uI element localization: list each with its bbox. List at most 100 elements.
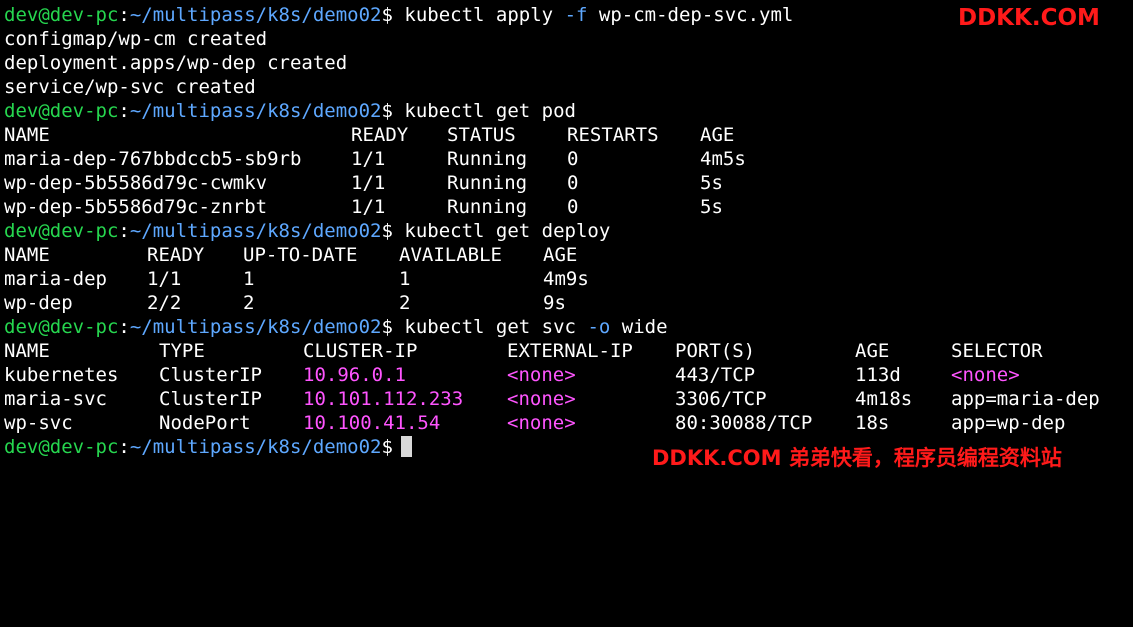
command-text: wp-cm-dep-svc.yml (587, 4, 794, 26)
pod-age: 4m5s (700, 148, 746, 170)
command-text: kubectl apply (392, 4, 565, 26)
pod-restarts: 0 (567, 148, 579, 170)
svc-ports: 80:30088/TCP (675, 412, 813, 434)
prompt-user-host: dev@dev-pc (4, 220, 119, 242)
svc-header-name: NAME (4, 340, 50, 362)
svc-header-type: TYPE (159, 340, 205, 362)
deploy-header-age: AGE (543, 244, 578, 266)
svc-header-cluster-ip: CLUSTER-IP (303, 340, 418, 362)
command-text: kubectl get pod (392, 100, 576, 122)
svc-header-age: AGE (855, 340, 890, 362)
prompt-user-host: dev@dev-pc (4, 100, 119, 122)
pod-header-status: STATUS (447, 124, 516, 146)
prompt-symbol: $ (381, 436, 393, 458)
deploy-header-available: AVAILABLE (399, 244, 502, 266)
svc-external-ip: <none> (507, 364, 576, 386)
deploy-name: wp-dep (4, 292, 73, 314)
deploy-header-up-to-date: UP-TO-DATE (243, 244, 358, 266)
prompt-path: ~/multipass/k8s/demo02 (129, 436, 382, 458)
pod-ready: 1/1 (351, 196, 386, 218)
text-cursor[interactable] (400, 436, 412, 457)
svc-name: kubernetes (4, 364, 119, 386)
pod-header-name: NAME (4, 124, 50, 146)
pod-restarts: 0 (567, 172, 579, 194)
prompt-symbol: $ (381, 316, 393, 338)
pod-ready: 1/1 (351, 148, 386, 170)
prompt-path: ~/multipass/k8s/demo02 (129, 4, 382, 26)
prompt-user-host: dev@dev-pc (4, 4, 119, 26)
svc-external-ip: <none> (507, 388, 576, 410)
svc-table-row: wp-svc NodePort 10.100.41.54 <none> 80:3… (4, 411, 1133, 435)
deploy-name: maria-dep (4, 268, 107, 290)
watermark-top: DDKK.COM (958, 5, 1100, 31)
svc-ports: 3306/TCP (675, 388, 767, 410)
svc-cluster-ip: 10.96.0.1 (303, 364, 406, 386)
svc-age: 18s (855, 412, 890, 434)
pod-table-row: wp-dep-5b5586d79c-znrbt 1/1 Running 0 5s (4, 195, 1133, 219)
deploy-ready: 2/2 (147, 292, 182, 314)
deploy-available: 2 (399, 292, 411, 314)
svc-selector: app=maria-dep (951, 388, 1100, 410)
deploy-header-ready: READY (147, 244, 205, 266)
svc-type: ClusterIP (159, 364, 262, 386)
svc-table-row: maria-svc ClusterIP 10.101.112.233 <none… (4, 387, 1133, 411)
svc-cluster-ip: 10.100.41.54 (303, 412, 441, 434)
command-text: kubectl get deploy (392, 220, 611, 242)
prompt-path: ~/multipass/k8s/demo02 (129, 220, 382, 242)
prompt-path: ~/multipass/k8s/demo02 (129, 316, 382, 338)
pod-table-row: maria-dep-767bbdccb5-sb9rb 1/1 Running 0… (4, 147, 1133, 171)
pod-restarts: 0 (567, 196, 579, 218)
prompt-user-host: dev@dev-pc (4, 316, 119, 338)
terminal-window[interactable]: dev@dev-pc:~/multipass/k8s/demo02$ kubec… (4, 3, 1133, 469)
prompt-separator: : (118, 316, 130, 338)
deploy-age: 4m9s (543, 268, 589, 290)
svc-name: wp-svc (4, 412, 73, 434)
svc-external-ip: <none> (507, 412, 576, 434)
pod-header-ready: READY (351, 124, 409, 146)
output-line: deployment.apps/wp-dep created (4, 52, 348, 74)
svc-age: 113d (855, 364, 901, 386)
deploy-available: 1 (399, 268, 411, 290)
svc-ports: 443/TCP (675, 364, 756, 386)
deploy-ready: 1/1 (147, 268, 182, 290)
prompt-user-host: dev@dev-pc (4, 436, 119, 458)
pod-age: 5s (700, 196, 723, 218)
prompt-separator: : (118, 100, 130, 122)
pod-table-row: wp-dep-5b5586d79c-cwmkv 1/1 Running 0 5s (4, 171, 1133, 195)
pod-name: wp-dep-5b5586d79c-cwmkv (4, 172, 268, 194)
prompt-separator: : (118, 4, 130, 26)
pod-name: maria-dep-767bbdccb5-sb9rb (4, 148, 302, 170)
command-line-get-pod: dev@dev-pc:~/multipass/k8s/demo02$ kubec… (4, 99, 1133, 123)
prompt-path: ~/multipass/k8s/demo02 (129, 100, 382, 122)
command-line-get-svc: dev@dev-pc:~/multipass/k8s/demo02$ kubec… (4, 315, 1133, 339)
deploy-table-header: NAME READY UP-TO-DATE AVAILABLE AGE (4, 243, 1133, 267)
deploy-header-name: NAME (4, 244, 50, 266)
deploy-table-row: wp-dep 2/2 2 2 9s (4, 291, 1133, 315)
command-text: kubectl get svc (392, 316, 588, 338)
deploy-up-to-date: 2 (243, 292, 255, 314)
pod-age: 5s (700, 172, 723, 194)
command-flag: -f (564, 4, 588, 26)
svc-selector: app=wp-dep (951, 412, 1066, 434)
svc-header-external-ip: EXTERNAL-IP (507, 340, 633, 362)
svc-name: maria-svc (4, 388, 107, 410)
deploy-up-to-date: 1 (243, 268, 255, 290)
prompt-symbol: $ (381, 100, 393, 122)
pod-name: wp-dep-5b5586d79c-znrbt (4, 196, 268, 218)
prompt-separator: : (118, 220, 130, 242)
svc-header-selector: SELECTOR (951, 340, 1043, 362)
pod-ready: 1/1 (351, 172, 386, 194)
pod-status: Running (447, 196, 528, 218)
watermark-bottom: DDKK.COM 弟弟快看，程序员编程资料站 (652, 446, 1062, 470)
deploy-table-row: maria-dep 1/1 1 1 4m9s (4, 267, 1133, 291)
pod-status: Running (447, 148, 528, 170)
svc-table-row: kubernetes ClusterIP 10.96.0.1 <none> 44… (4, 363, 1133, 387)
command-text: wide (610, 316, 668, 338)
pod-header-restarts: RESTARTS (567, 124, 659, 146)
command-flag: -o (587, 316, 611, 338)
pod-header-age: AGE (700, 124, 735, 146)
svc-type: NodePort (159, 412, 251, 434)
prompt-symbol: $ (381, 220, 393, 242)
svc-type: ClusterIP (159, 388, 262, 410)
svc-selector: <none> (951, 364, 1020, 386)
